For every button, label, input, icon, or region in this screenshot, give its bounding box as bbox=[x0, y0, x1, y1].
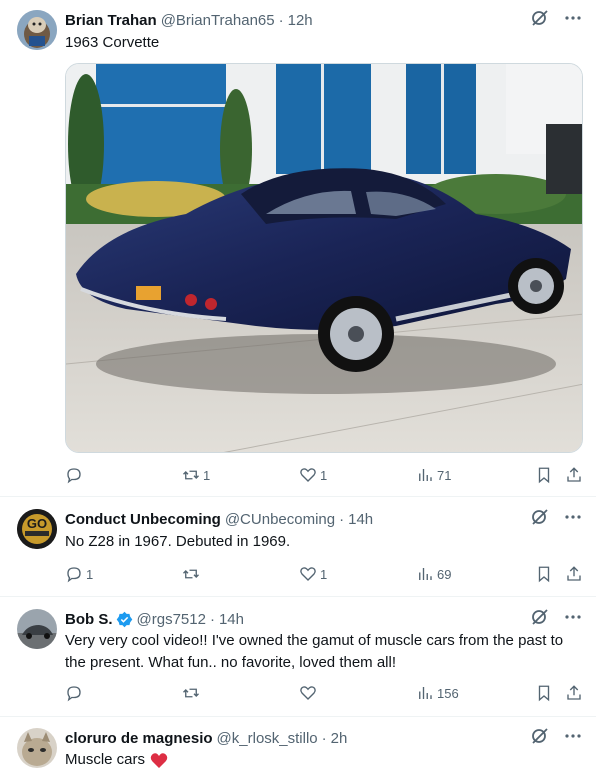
heart-icon bbox=[300, 567, 316, 581]
avatar[interactable] bbox=[17, 609, 57, 649]
timestamp[interactable]: 14h bbox=[219, 611, 244, 628]
more-icon[interactable] bbox=[564, 9, 582, 31]
share-icon bbox=[567, 566, 581, 581]
view-count: 156 bbox=[437, 685, 459, 701]
reply-button[interactable]: 1 bbox=[65, 564, 93, 584]
share-button[interactable] bbox=[565, 465, 583, 485]
view-count: 69 bbox=[437, 566, 452, 582]
separator-dot: · bbox=[209, 610, 215, 628]
tweet-text: Very very cool video!! I've owned the ga… bbox=[65, 632, 564, 671]
tweet[interactable]: cloruro de magnesio @k_rlosk_stillo · 2h… bbox=[0, 717, 596, 775]
red-heart-emoji-icon bbox=[150, 752, 168, 769]
reply-icon bbox=[67, 468, 81, 484]
view-count: 71 bbox=[437, 467, 452, 483]
retweet-icon bbox=[183, 688, 199, 698]
author-handle[interactable]: @k_rlosk_stillo bbox=[217, 730, 318, 747]
tweet[interactable]: Bob S. @rgs7512 · 14h Very very cool vid… bbox=[0, 597, 596, 717]
views-icon bbox=[419, 469, 432, 481]
bookmark-button[interactable] bbox=[535, 683, 553, 703]
author-name[interactable]: Bob S. bbox=[65, 611, 113, 628]
views-button[interactable]: 69 bbox=[416, 564, 451, 584]
more-icon[interactable] bbox=[564, 727, 582, 749]
retweet-icon bbox=[183, 470, 199, 480]
grok-icon[interactable] bbox=[530, 507, 550, 531]
grok-icon[interactable] bbox=[530, 607, 550, 631]
author-name[interactable]: Brian Trahan bbox=[65, 12, 157, 29]
separator-dot: · bbox=[321, 729, 327, 747]
separator-dot: · bbox=[278, 11, 284, 29]
retweet-icon bbox=[183, 569, 199, 579]
author-handle[interactable]: @BrianTrahan65 bbox=[161, 12, 275, 29]
heart-icon bbox=[300, 686, 316, 700]
bookmark-icon bbox=[538, 467, 550, 484]
more-icon[interactable] bbox=[564, 508, 582, 530]
avatar-label: GO bbox=[26, 516, 48, 531]
author-handle[interactable]: @rgs7512 bbox=[137, 611, 206, 628]
tweet-text: No Z28 in 1967. Debuted in 1969. bbox=[65, 533, 291, 550]
like-count: 1 bbox=[320, 566, 328, 582]
verified-badge-icon bbox=[116, 611, 133, 628]
share-button[interactable] bbox=[565, 564, 583, 584]
share-icon bbox=[567, 467, 581, 482]
retweet-count: 1 bbox=[203, 467, 211, 483]
tweet-text: Muscle cars bbox=[65, 751, 146, 768]
reply-icon bbox=[67, 567, 81, 583]
views-button[interactable]: 71 bbox=[416, 465, 451, 485]
timestamp[interactable]: 14h bbox=[348, 511, 373, 528]
like-button[interactable] bbox=[299, 683, 320, 703]
retweet-button[interactable] bbox=[182, 564, 203, 584]
reply-icon bbox=[67, 686, 81, 702]
heart-icon bbox=[300, 468, 316, 482]
like-button[interactable]: 1 bbox=[299, 564, 327, 584]
share-button[interactable] bbox=[565, 683, 583, 703]
bookmark-icon bbox=[538, 685, 550, 702]
like-button[interactable]: 1 bbox=[299, 465, 327, 485]
grok-icon[interactable] bbox=[530, 8, 550, 32]
retweet-button[interactable] bbox=[182, 683, 203, 703]
views-icon bbox=[419, 687, 432, 699]
avatar[interactable]: GO bbox=[17, 509, 57, 549]
bookmark-button[interactable] bbox=[535, 564, 553, 584]
tweet-image[interactable] bbox=[65, 63, 583, 453]
tweet[interactable]: GO Conduct Unbecoming @CUnbecoming · 14h… bbox=[0, 497, 596, 597]
more-icon[interactable] bbox=[564, 608, 582, 630]
tweet-text: 1963 Corvette bbox=[65, 34, 160, 51]
bookmark-button[interactable] bbox=[535, 465, 553, 485]
grok-icon[interactable] bbox=[530, 726, 550, 750]
reply-button[interactable] bbox=[65, 465, 86, 485]
timestamp[interactable]: 2h bbox=[331, 730, 348, 747]
author-handle[interactable]: @CUnbecoming bbox=[225, 511, 335, 528]
tweet[interactable]: Brian Trahan @BrianTrahan65 · 12h 1963 C… bbox=[0, 0, 596, 497]
views-icon bbox=[419, 568, 432, 580]
views-button[interactable]: 156 bbox=[416, 683, 459, 703]
author-name[interactable]: cloruro de magnesio bbox=[65, 730, 213, 747]
share-icon bbox=[567, 685, 581, 700]
author-name[interactable]: Conduct Unbecoming bbox=[65, 511, 221, 528]
bookmark-icon bbox=[538, 566, 550, 583]
timestamp[interactable]: 12h bbox=[288, 12, 313, 29]
avatar[interactable] bbox=[17, 728, 57, 768]
reply-count: 1 bbox=[86, 566, 94, 582]
avatar[interactable] bbox=[17, 10, 57, 50]
retweet-button[interactable]: 1 bbox=[182, 465, 210, 485]
separator-dot: · bbox=[339, 510, 345, 528]
reply-button[interactable] bbox=[65, 683, 86, 703]
like-count: 1 bbox=[320, 467, 328, 483]
